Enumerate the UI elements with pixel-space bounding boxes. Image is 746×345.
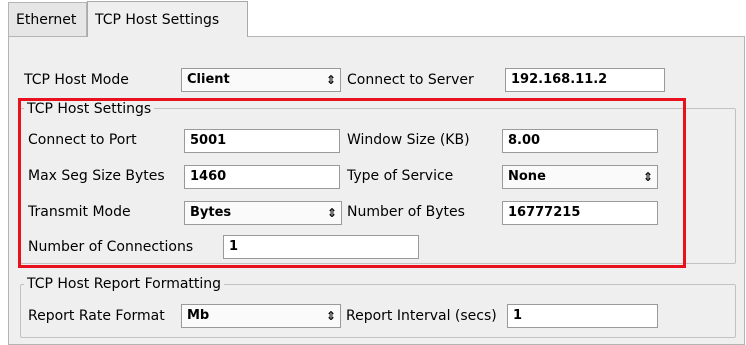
report-interval-label: Report Interval (secs)	[346, 308, 497, 324]
connect-to-server-input[interactable]: 192.168.11.2	[505, 68, 665, 92]
tcp-host-mode-select[interactable]: Client ⇕	[181, 68, 341, 92]
report-rate-format-label: Report Rate Format	[28, 308, 165, 324]
tab-tcp-host-settings-label: TCP Host Settings	[95, 11, 220, 28]
updown-arrow-icon: ⇕	[325, 309, 336, 323]
tab-ethernet[interactable]: Ethernet	[8, 2, 87, 37]
report-interval-input[interactable]: 1	[507, 304, 658, 328]
report-rate-format-select[interactable]: Mb ⇕	[181, 304, 341, 328]
connect-to-server-label: Connect to Server	[347, 72, 474, 88]
tab-ethernet-label: Ethernet	[16, 12, 77, 28]
tcp-host-mode-label: TCP Host Mode	[24, 72, 129, 88]
report-rate-format-value: Mb	[187, 308, 210, 323]
tcp-host-mode-value: Client	[187, 72, 230, 87]
tab-tcp-host-settings[interactable]: TCP Host Settings	[87, 1, 248, 37]
report-formatting-group-title: TCP Host Report Formatting	[24, 275, 225, 293]
updown-arrow-icon: ⇕	[325, 73, 336, 87]
highlight-box	[18, 98, 686, 268]
